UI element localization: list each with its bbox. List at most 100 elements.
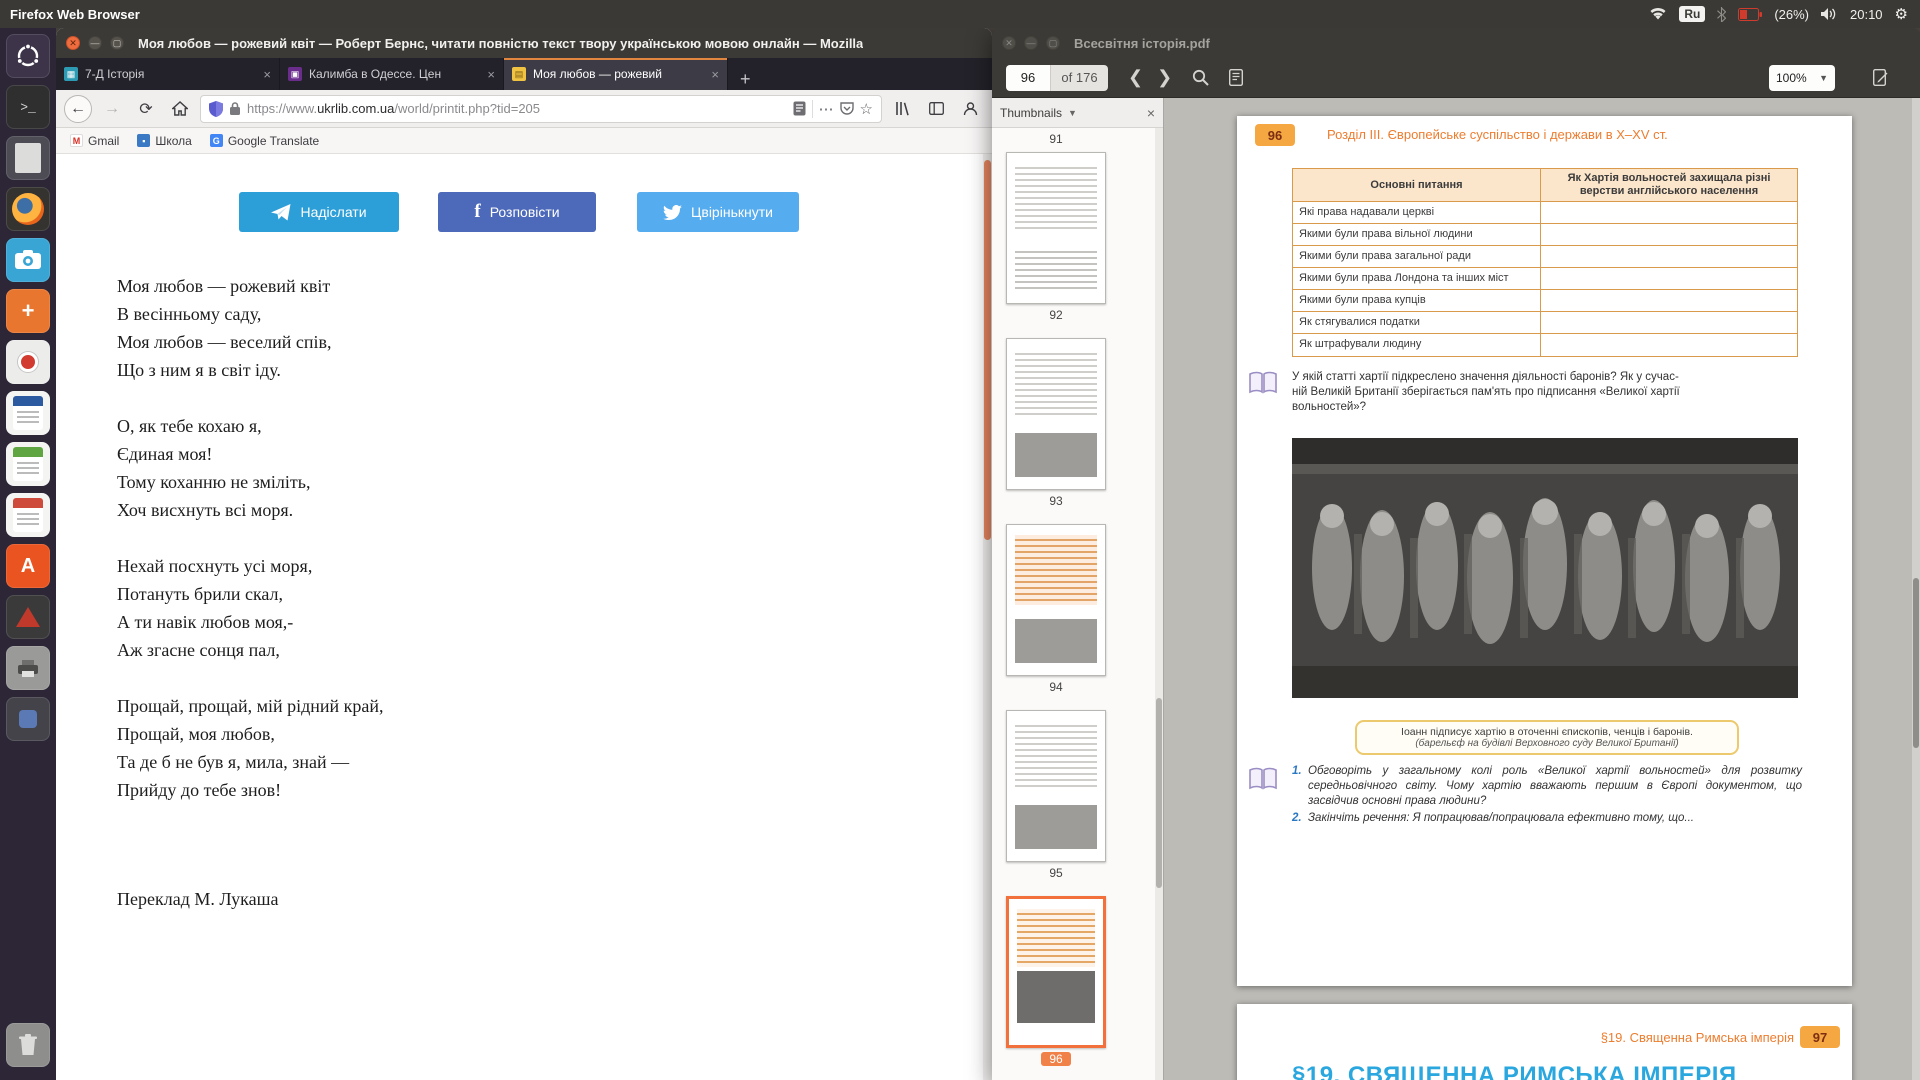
sidebar-scrollbar[interactable] xyxy=(1155,128,1163,1080)
tab-close-icon[interactable]: × xyxy=(263,67,271,82)
sidebar-scrollbar-thumb[interactable] xyxy=(1156,698,1162,888)
sidebar-close-icon[interactable]: × xyxy=(1147,105,1155,121)
previous-page-button[interactable]: ❮ xyxy=(1128,67,1143,88)
table-answer-cell xyxy=(1541,334,1797,356)
bluetooth-icon[interactable] xyxy=(1717,7,1726,22)
tab-close-icon[interactable]: × xyxy=(487,67,495,82)
tab-title: 7-Д Історія xyxy=(85,67,256,81)
bas-relief-photo xyxy=(1292,438,1798,698)
trash-icon[interactable] xyxy=(6,1023,50,1067)
edit-annotation-icon[interactable] xyxy=(1873,69,1888,86)
pdf-scrollbar-thumb[interactable] xyxy=(1913,578,1919,748)
firefox-scrollbar[interactable] xyxy=(983,154,992,1080)
bookmark-google-translate[interactable]: G Google Translate xyxy=(210,134,319,148)
firefox-titlebar[interactable]: ✕ — ▢ Моя любов — рожевий квіт — Роберт … xyxy=(56,28,992,58)
twitter-icon xyxy=(663,205,682,220)
charter-table: Основні питання Як Хартія вольностей зах… xyxy=(1292,168,1798,357)
thumbnail-page-92[interactable] xyxy=(1006,152,1106,304)
ubuntu-software-icon[interactable]: A xyxy=(6,544,50,588)
page-content: Надіслати f Розповісти Цвірінькнути Моя … xyxy=(56,154,992,1080)
pocket-icon[interactable] xyxy=(840,102,854,116)
maximize-button[interactable]: ▢ xyxy=(1046,36,1060,50)
url-text[interactable]: https://www.ukrlib.com.ua/world/printit.… xyxy=(247,101,787,116)
thumbnail-page-95[interactable] xyxy=(1006,710,1106,862)
tab-history-class[interactable]: ▦ 7-Д Історія × xyxy=(56,58,280,90)
twitter-share-button[interactable]: Цвірінькнути xyxy=(637,192,799,232)
keyboard-layout-indicator[interactable]: Ru xyxy=(1679,6,1705,22)
terminal-icon[interactable]: >_ xyxy=(6,85,50,129)
maximize-button[interactable]: ▢ xyxy=(110,36,124,50)
camera-app-icon[interactable] xyxy=(6,238,50,282)
back-button[interactable]: ← xyxy=(64,95,92,123)
minimize-button[interactable]: — xyxy=(88,36,102,50)
sidebar-toggle-icon[interactable] xyxy=(922,95,950,123)
tab-close-icon[interactable]: × xyxy=(711,67,719,82)
libreoffice-impress-icon[interactable] xyxy=(6,493,50,537)
bookmark-label: Google Translate xyxy=(228,134,319,148)
close-button[interactable]: ✕ xyxy=(1002,36,1016,50)
account-icon[interactable] xyxy=(956,95,984,123)
zoom-select[interactable]: 100% ▼ xyxy=(1769,65,1835,91)
zoom-value: 100% xyxy=(1776,71,1807,85)
thumbnail-page-93[interactable] xyxy=(1006,338,1106,490)
bookmark-gmail[interactable]: M Gmail xyxy=(70,134,119,148)
software-center-icon[interactable]: + xyxy=(6,289,50,333)
pdf-page-97: §19. Священна Римська імперія 97 §19. СВ… xyxy=(1237,1004,1852,1080)
libreoffice-calc-icon[interactable] xyxy=(6,442,50,486)
annotations-icon[interactable] xyxy=(1229,69,1243,86)
firefox-icon[interactable] xyxy=(6,187,50,231)
volume-icon[interactable] xyxy=(1821,7,1838,21)
pdf-toolbar: 96 of 176 ❮ ❯ 100% ▼ xyxy=(992,58,1920,98)
bookmark-school[interactable]: ▪ Школа xyxy=(137,134,191,148)
text-editor-icon[interactable] xyxy=(6,136,50,180)
libreoffice-writer-icon[interactable] xyxy=(6,391,50,435)
system-tool-icon[interactable] xyxy=(6,697,50,741)
table-row: Які права надавали церкві xyxy=(1293,202,1797,224)
pdf-scrollbar[interactable] xyxy=(1912,98,1920,1080)
url-domain: ukrlib.com.ua xyxy=(317,101,394,116)
chevron-down-icon[interactable]: ▼ xyxy=(1068,108,1077,118)
ardour-icon[interactable] xyxy=(6,595,50,639)
printer-tool-icon[interactable] xyxy=(6,646,50,690)
sidebar-header[interactable]: Thumbnails ▼ × xyxy=(992,98,1163,128)
question-item: 2. Закінчіть речення: Я попрацював/попра… xyxy=(1292,811,1802,826)
bookmark-star-icon[interactable]: ☆ xyxy=(860,100,873,118)
page-number-input[interactable]: 96 xyxy=(1006,65,1050,91)
page-actions-icon[interactable]: ⋯ xyxy=(819,100,834,118)
thumbnail-page-96-selected[interactable] xyxy=(1006,896,1106,1048)
wifi-icon[interactable] xyxy=(1649,7,1667,21)
close-button[interactable]: ✕ xyxy=(66,36,80,50)
reload-button[interactable]: ⟳ xyxy=(132,95,160,123)
reader-mode-icon[interactable] xyxy=(793,101,806,116)
thumbnail-page-94[interactable] xyxy=(1006,524,1106,676)
new-tab-button[interactable]: + xyxy=(728,69,763,90)
next-page-button[interactable]: ❯ xyxy=(1157,67,1172,88)
clock-label[interactable]: 20:10 xyxy=(1850,7,1883,22)
paint-app-icon[interactable] xyxy=(6,340,50,384)
thumb-label-91: 91 xyxy=(1006,132,1106,146)
padlock-icon[interactable] xyxy=(229,101,241,116)
telegram-share-button[interactable]: Надіслати xyxy=(239,192,399,232)
pdf-page-96: 96 Розділ III. Європейське суспільство і… xyxy=(1237,116,1852,986)
poem-stanza: Прощай, прощай, мій рідний край,Прощай, … xyxy=(117,692,384,804)
tab-bar: ▦ 7-Д Історія × ▣ Калимба в Одессе. Цен … xyxy=(56,58,992,90)
forward-button[interactable]: → xyxy=(98,95,126,123)
firefox-scrollbar-thumb[interactable] xyxy=(984,160,991,540)
battery-icon[interactable] xyxy=(1738,8,1762,21)
home-button[interactable] xyxy=(166,95,194,123)
facebook-share-button[interactable]: f Розповісти xyxy=(438,192,596,232)
urlbar-divider xyxy=(812,100,813,118)
tab-kalimba[interactable]: ▣ Калимба в Одессе. Цен × xyxy=(280,58,504,90)
pdf-titlebar[interactable]: ✕ — ▢ Всесвітня історія.pdf xyxy=(992,28,1920,58)
google-translate-icon: G xyxy=(210,134,223,147)
tab-poem-active[interactable]: ▤ Моя любов — рожевий × xyxy=(504,58,728,90)
search-icon[interactable] xyxy=(1192,69,1209,86)
top-panel: Firefox Web Browser Ru (26%) 20:10 ⚙ xyxy=(0,0,1920,28)
chevron-down-icon: ▼ xyxy=(1819,73,1828,83)
minimize-button[interactable]: — xyxy=(1024,36,1038,50)
ubuntu-dash-button[interactable] xyxy=(6,34,50,78)
session-gear-icon[interactable]: ⚙ xyxy=(1895,5,1908,23)
library-icon[interactable] xyxy=(888,95,916,123)
tracking-protection-shield-icon[interactable] xyxy=(209,101,223,117)
url-bar[interactable]: https://www.ukrlib.com.ua/world/printit.… xyxy=(200,95,882,123)
